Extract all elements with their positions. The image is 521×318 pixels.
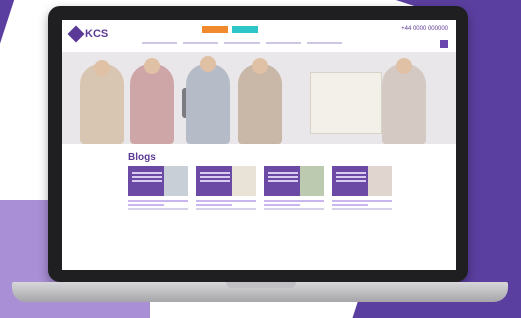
- nav-item[interactable]: [306, 42, 343, 44]
- person-4-head: [252, 58, 268, 74]
- person-3-head: [200, 56, 216, 72]
- newspaper: [310, 72, 382, 134]
- blog-excerpt: [128, 200, 188, 210]
- logo-mark-icon: [67, 25, 85, 43]
- person-4: [238, 64, 282, 144]
- search-icon[interactable]: [440, 40, 448, 48]
- blog-card[interactable]: [332, 166, 392, 212]
- blog-list: [128, 166, 392, 212]
- site-header: KCS +44 0000 000000: [62, 20, 456, 50]
- nav-item[interactable]: [265, 42, 301, 44]
- nav-item[interactable]: [224, 42, 260, 44]
- nav-item[interactable]: [142, 42, 178, 44]
- blog-excerpt: [196, 200, 256, 210]
- blog-card[interactable]: [196, 166, 256, 212]
- person-1-head: [94, 60, 110, 76]
- free-trial-button[interactable]: [232, 26, 258, 33]
- blog-excerpt: [264, 200, 324, 210]
- laptop-screen: KCS +44 0000 000000 Blogs: [62, 20, 456, 270]
- site-logo[interactable]: KCS: [67, 25, 109, 43]
- blog-card[interactable]: [264, 166, 324, 212]
- blog-excerpt: [332, 200, 392, 210]
- person-5: [382, 64, 426, 144]
- nav-item[interactable]: [183, 42, 219, 44]
- person-1: [80, 64, 124, 144]
- blog-thumbnail[interactable]: [264, 166, 324, 196]
- start-button[interactable]: [202, 26, 228, 33]
- hero-image: [62, 52, 456, 144]
- person-2-head: [144, 58, 160, 74]
- blog-thumbnail[interactable]: [128, 166, 188, 196]
- blog-card[interactable]: [128, 166, 188, 212]
- laptop-notch: [226, 282, 296, 288]
- blog-thumbnail[interactable]: [332, 166, 392, 196]
- blog-thumbnail[interactable]: [196, 166, 256, 196]
- main-navigation[interactable]: [142, 42, 343, 46]
- person-3: [186, 64, 230, 144]
- phone-number: +44 0000 000000: [401, 26, 448, 32]
- person-2: [130, 64, 174, 144]
- person-5-head: [396, 58, 412, 74]
- brand-name: KCS: [85, 28, 109, 40]
- blogs-heading: Blogs: [128, 152, 156, 163]
